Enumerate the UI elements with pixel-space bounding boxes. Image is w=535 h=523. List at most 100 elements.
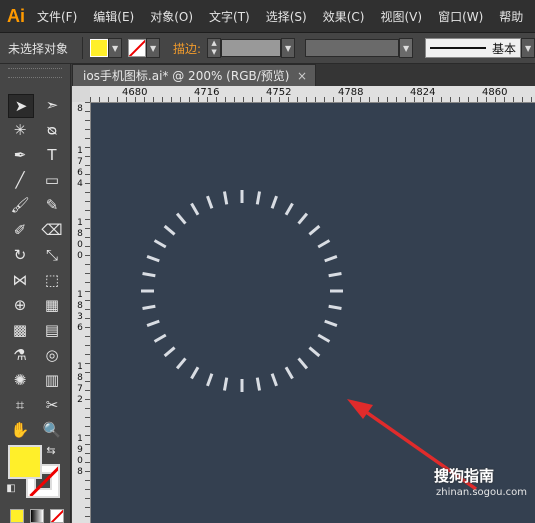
ruler-tick <box>85 381 90 382</box>
menu-help[interactable]: 帮助 <box>499 8 523 25</box>
stroke-swatch[interactable] <box>128 39 147 57</box>
brush-definition-dropdown[interactable]: 基本 <box>425 38 522 58</box>
stroke-color-control[interactable]: ▼ <box>128 38 161 58</box>
pen-tool-icon[interactable]: ✒ <box>8 144 32 166</box>
panel-grip[interactable] <box>8 68 62 78</box>
ruler-label: 1 9 0 8 <box>77 434 83 477</box>
mesh-tool-icon[interactable]: ▩ <box>8 319 32 341</box>
ruler-tick <box>495 97 496 102</box>
menu-object[interactable]: 对象(O) <box>150 8 193 25</box>
spinner-tick <box>146 255 160 263</box>
default-colors-icon[interactable]: ◧ <box>4 481 18 495</box>
spinner-tick <box>206 195 214 209</box>
direct-selection-tool-icon[interactable]: ➣ <box>40 94 64 116</box>
color-mode-icon[interactable] <box>10 509 24 523</box>
ruler-tick <box>85 417 90 418</box>
ruler-tick <box>126 97 127 102</box>
magic-wand-icon[interactable]: ✳ <box>8 119 32 141</box>
spinner-tick <box>142 304 156 311</box>
perspective-grid-icon[interactable]: ▦ <box>40 294 64 316</box>
menu-file[interactable]: 文件(F) <box>37 8 77 25</box>
paintbrush-icon[interactable]: 🖌 <box>8 194 32 216</box>
scale-tool-icon[interactable]: ⤡ <box>40 244 64 266</box>
ruler-label: 1 8 3 6 <box>77 290 83 333</box>
stroke-weight-field[interactable] <box>221 39 282 57</box>
lasso-icon[interactable]: ᴓ <box>40 119 64 141</box>
hand-tool-icon[interactable]: ✋ <box>8 419 32 441</box>
spinner-tick <box>153 333 167 343</box>
ruler-tick <box>85 336 90 337</box>
horizontal-ruler[interactable]: 4680 4716 4752 4788 4824 4860 <box>90 86 535 103</box>
ruler-tick <box>85 345 90 346</box>
ruler-tick <box>85 291 90 292</box>
artboard-tool-icon[interactable]: ⌗ <box>8 394 32 416</box>
ruler-tick <box>207 97 208 102</box>
ruler-tick <box>117 97 118 102</box>
chevron-down-icon[interactable]: ▼ <box>399 38 414 58</box>
ruler-tick <box>387 97 388 102</box>
ruler-tick <box>333 97 334 102</box>
blob-brush-icon[interactable]: ✐ <box>8 219 32 241</box>
ruler-tick <box>85 174 90 175</box>
fill-color-swatch[interactable] <box>8 445 42 479</box>
eyedropper-icon[interactable]: ⚗ <box>8 344 32 366</box>
spinner-tick <box>308 224 321 236</box>
chevron-down-icon[interactable]: ▼ <box>521 38 535 58</box>
menu-edit[interactable]: 编辑(E) <box>93 8 134 25</box>
chevron-down-icon[interactable]: ▼ <box>108 38 123 58</box>
slice-tool-icon[interactable]: ✂ <box>40 394 64 416</box>
menu-bar: Ai 文件(F) 编辑(E) 对象(O) 文字(T) 选择(S) 效果(C) 视… <box>0 0 535 33</box>
artboard-canvas[interactable] <box>91 103 535 523</box>
spinner-tick <box>255 377 262 391</box>
document-tab[interactable]: ios手机图标.ai* @ 200% (RGB/预览) × <box>72 64 316 86</box>
stroke-weight-label[interactable]: 描边: <box>173 40 201 57</box>
ruler-tick <box>351 97 352 102</box>
menu-window[interactable]: 窗口(W) <box>438 8 483 25</box>
swap-colors-icon[interactable]: ⇆ <box>44 443 58 457</box>
fill-color-control[interactable]: ▼ <box>90 38 123 58</box>
ruler-tick <box>85 426 90 427</box>
stroke-weight-stepper[interactable]: ▲ ▼ <box>207 38 222 58</box>
ruler-tick <box>85 237 90 238</box>
menu-select[interactable]: 选择(S) <box>266 8 307 25</box>
variable-width-profile[interactable] <box>305 39 400 57</box>
eraser-icon[interactable]: ⌫ <box>40 219 64 241</box>
chevron-down-icon[interactable]: ▼ <box>281 38 296 58</box>
ruler-label: 1 8 7 2 <box>77 362 83 405</box>
width-tool-icon[interactable]: ⋈ <box>8 269 32 291</box>
pencil-icon[interactable]: ✎ <box>40 194 64 216</box>
rotate-tool-icon[interactable]: ↻ <box>8 244 32 266</box>
selection-tool-icon[interactable]: ➤ <box>8 94 34 118</box>
fill-swatch[interactable] <box>90 39 109 57</box>
free-transform-icon[interactable]: ⬚ <box>40 269 64 291</box>
column-graph-icon[interactable]: ▥ <box>40 369 64 391</box>
ruler-tick <box>396 97 397 102</box>
ruler-tick <box>85 129 90 130</box>
watermark-logo: 搜狗指南 <box>434 467 495 485</box>
blend-tool-icon[interactable]: ◎ <box>40 344 64 366</box>
none-mode-icon[interactable] <box>50 509 64 523</box>
vertical-ruler[interactable]: 8 1 7 6 4 1 8 0 0 1 8 3 6 1 8 7 2 1 9 0 … <box>72 102 91 523</box>
line-tool-icon[interactable]: ╱ <box>8 169 32 191</box>
gradient-mode-icon[interactable] <box>30 509 44 523</box>
zoom-tool-icon[interactable]: 🔍 <box>40 419 64 441</box>
chevron-down-icon[interactable]: ▼ <box>146 38 161 58</box>
ruler-tick <box>85 453 90 454</box>
spinner-tick <box>308 346 321 358</box>
spinner-artwork[interactable] <box>91 103 535 523</box>
menu-effect[interactable]: 效果(C) <box>323 8 365 25</box>
menu-type[interactable]: 文字(T) <box>209 8 250 25</box>
shape-builder-icon[interactable]: ⊕ <box>8 294 32 316</box>
ruler-tick <box>531 97 532 102</box>
close-icon[interactable]: × <box>297 69 307 83</box>
ruler-origin[interactable] <box>72 86 91 103</box>
ruler-tick <box>85 471 90 472</box>
menu-view[interactable]: 视图(V) <box>380 8 422 25</box>
ruler-tick <box>360 97 361 102</box>
ruler-tick <box>85 264 90 265</box>
rectangle-tool-icon[interactable]: ▭ <box>40 169 64 191</box>
type-tool-icon[interactable]: T <box>40 144 64 166</box>
symbol-sprayer-icon[interactable]: ✺ <box>8 369 32 391</box>
gradient-tool-icon[interactable]: ▤ <box>40 319 64 341</box>
spinner-tick <box>284 202 294 216</box>
